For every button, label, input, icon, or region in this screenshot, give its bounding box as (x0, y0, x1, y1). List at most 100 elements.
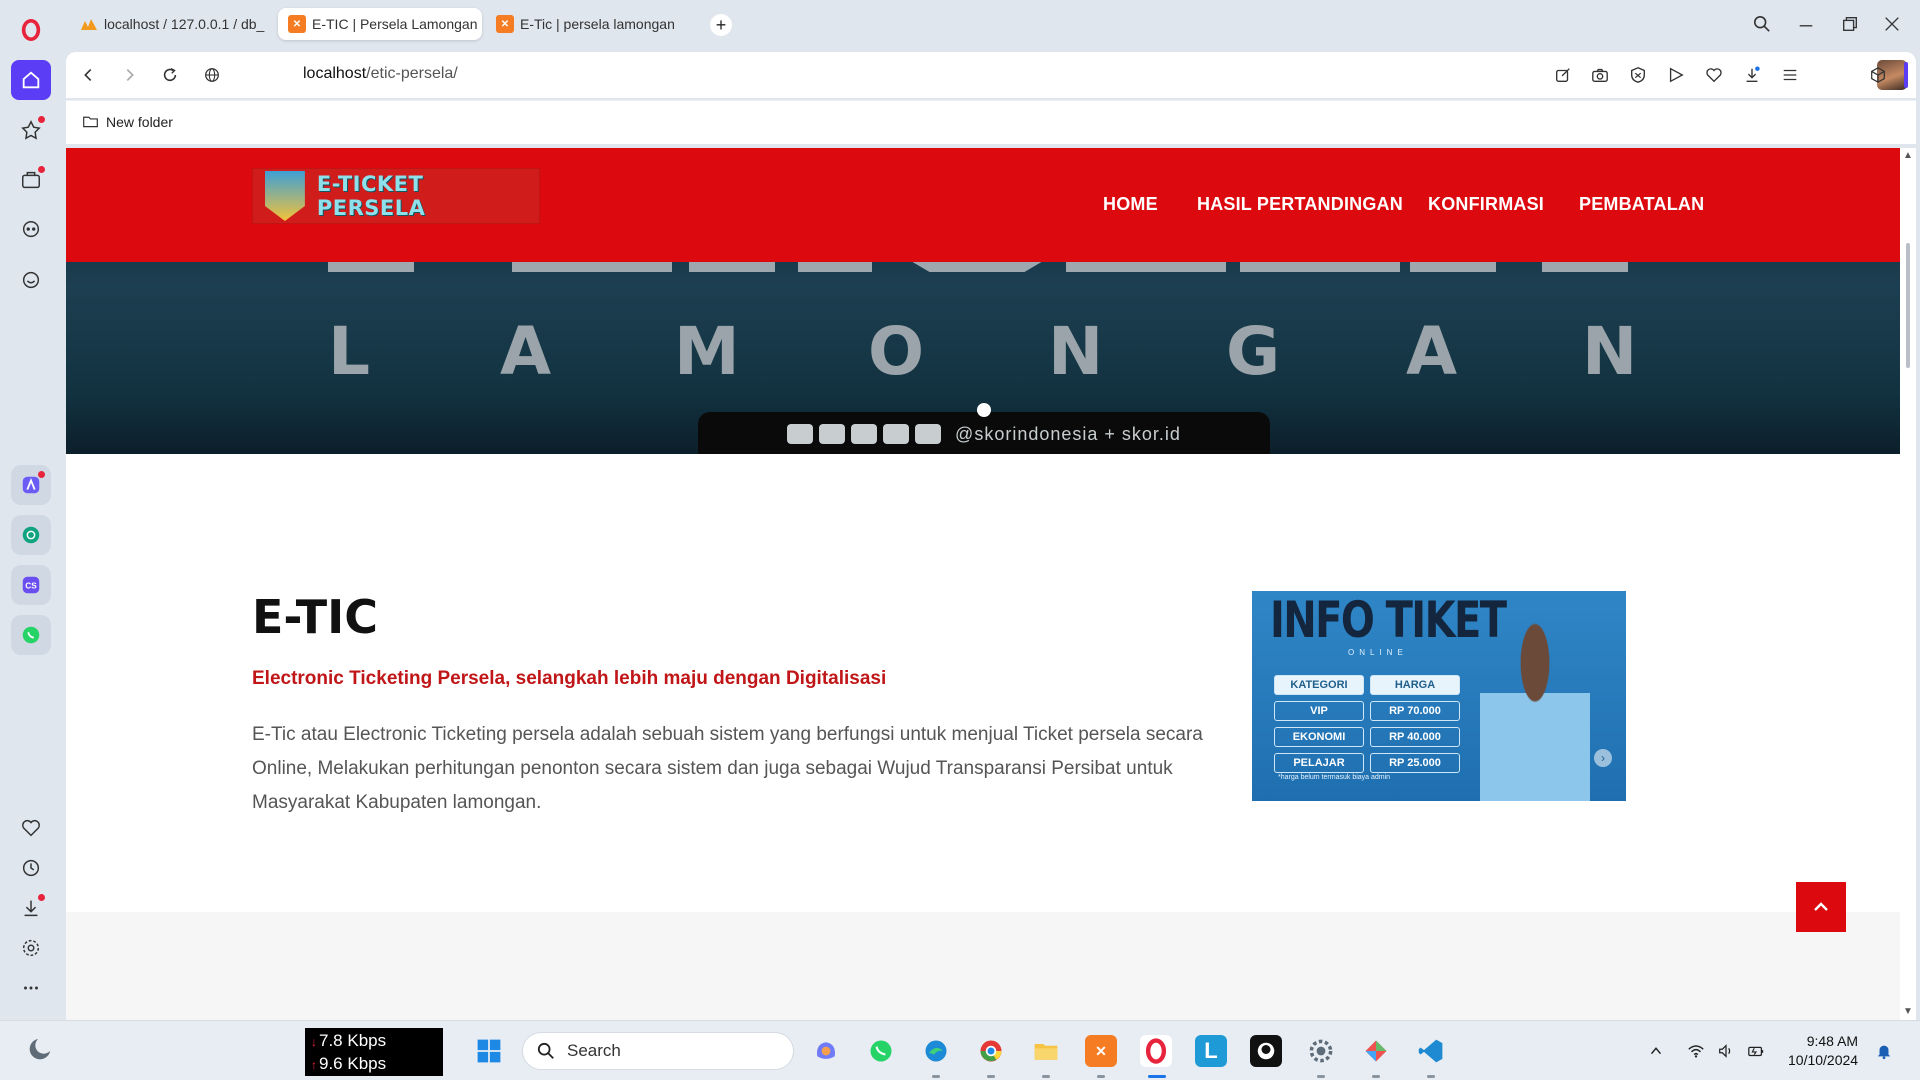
brand-name: E-TICKET PERSELA (316, 172, 426, 220)
adblock-icon[interactable] (1626, 63, 1650, 87)
skull-icon[interactable] (11, 210, 51, 250)
info-ticket-category: EKONOMI (1274, 727, 1364, 747)
nav-home[interactable]: HOME (1103, 194, 1158, 215)
back-to-top-button[interactable] (1796, 882, 1846, 932)
chevron-up-icon (1814, 902, 1828, 911)
chrome-icon[interactable] (975, 1035, 1007, 1067)
minimize-icon[interactable] (1792, 10, 1820, 38)
camera-icon[interactable] (1588, 63, 1612, 87)
info-ticket-row: PELAJAR RP 25.000 (1274, 753, 1460, 773)
opera-taskbar-icon[interactable] (1140, 1035, 1172, 1067)
info-ticket-price: RP 40.000 (1370, 727, 1460, 747)
taskbar-search[interactable]: Search (522, 1032, 794, 1070)
battery-icon[interactable] (1746, 1041, 1766, 1061)
about-title: E-TIC (252, 590, 379, 644)
hero-letter: O (868, 313, 925, 390)
cs-icon[interactable]: CS (11, 565, 51, 605)
slider-dot-active[interactable] (977, 403, 991, 417)
info-ticket-price: RP 70.000 (1370, 701, 1460, 721)
youtube-icon (883, 424, 910, 444)
scroll-down-icon[interactable]: ▼ (1903, 1006, 1913, 1017)
running-indicator (1372, 1075, 1380, 1078)
persela-logo-icon (265, 171, 305, 221)
hero-social-handle: @skorindonesia + skor.id (955, 423, 1181, 444)
hero-letter: G (1226, 313, 1281, 390)
laragon-icon[interactable]: L (1195, 1035, 1227, 1067)
info-ticket-note: *harga belum termasuk biaya admin (1278, 774, 1391, 781)
nav-konfirmasi[interactable]: KONFIRMASI (1428, 194, 1544, 215)
forward-icon[interactable] (118, 63, 142, 87)
extensions-cube-icon[interactable] (1866, 63, 1890, 87)
history-icon[interactable] (11, 848, 51, 888)
taskbar: ↓ 7.8 Kbps ↑ 9.6 Kbps Search ✕ L 9:48 AM… (0, 1020, 1920, 1080)
tab-label: localhost / 127.0.0.1 / db_ (104, 16, 265, 32)
vscode-icon[interactable] (1415, 1035, 1447, 1067)
aria-icon[interactable] (11, 260, 51, 300)
opera-logo-icon[interactable] (11, 10, 51, 50)
download-icon[interactable] (1740, 63, 1764, 87)
page-viewport: L A M O N G A N @skorindonesia + skor.id… (66, 148, 1916, 1020)
heart-icon[interactable] (1702, 63, 1726, 87)
easy-setup-icon[interactable] (1778, 63, 1802, 87)
notification-bell-icon[interactable] (1874, 1041, 1894, 1061)
carousel-next-icon[interactable]: › (1594, 749, 1612, 767)
clock-date: 10/10/2024 (1788, 1052, 1859, 1068)
settings-icon[interactable] (11, 928, 51, 968)
hero-letter: A (500, 313, 552, 390)
info-ticket-title: INFO TIKET (1270, 591, 1507, 649)
taskbar-clock[interactable]: 9:48 AM 10/10/2024 (1788, 1032, 1858, 1070)
globe-icon (200, 63, 224, 87)
close-window-icon[interactable] (1878, 10, 1906, 38)
back-icon[interactable] (76, 63, 100, 87)
info-ticket-category: VIP (1274, 701, 1364, 721)
more-icon[interactable] (11, 968, 51, 1008)
scroll-up-icon[interactable]: ▲ (1903, 150, 1913, 161)
hero-letter: N (1048, 313, 1104, 390)
sidebar-toggle-indicator[interactable] (1904, 62, 1908, 88)
url-field[interactable]: localhost/etic-persela/ (303, 65, 458, 83)
tab-etic-persela-lamongan[interactable]: ✕ E-TIC | Persela Lamongan (278, 8, 482, 40)
running-indicator (987, 1075, 995, 1078)
info-ticket-row: EKONOMI RP 40.000 (1274, 727, 1460, 747)
settings-taskbar-icon[interactable] (1305, 1035, 1337, 1067)
whatsapp-taskbar-icon[interactable] (865, 1035, 897, 1067)
reload-icon[interactable] (158, 63, 182, 87)
xampp-taskbar-icon[interactable]: ✕ (1085, 1035, 1117, 1067)
net-up: 9.6 Kbps (319, 1054, 387, 1073)
tab-etic-persela-lamongan-2[interactable]: ✕ E-Tic | persela lamongan (486, 8, 696, 40)
facebook-icon (851, 424, 878, 444)
nav-hasil-pertandingan[interactable]: HASIL PERTANDINGAN (1197, 194, 1403, 215)
volume-icon[interactable] (1716, 1041, 1736, 1061)
windows-start-icon[interactable] (473, 1035, 505, 1067)
favorites-icon[interactable] (11, 808, 51, 848)
edge-icon[interactable] (920, 1035, 952, 1067)
info-ticket-table: KATEGORI HARGA VIP RP 70.000 EKONOMI RP … (1274, 675, 1460, 779)
tray-overflow-icon[interactable] (1646, 1041, 1666, 1061)
edit-icon[interactable] (1551, 63, 1575, 87)
restore-icon[interactable] (1836, 10, 1864, 38)
app-store-icon[interactable] (11, 465, 51, 505)
weather-icon[interactable] (24, 1033, 56, 1065)
site-brand[interactable]: E-TICKET PERSELA (252, 168, 540, 224)
scroll-thumb[interactable] (1906, 243, 1910, 368)
info-ticket-category: PELAJAR (1274, 753, 1364, 773)
whatsapp-icon[interactable] (11, 615, 51, 655)
home-icon[interactable] (11, 60, 51, 100)
nav-pembatalan[interactable]: PEMBATALAN (1579, 194, 1704, 215)
tab-phpmyadmin[interactable]: localhost / 127.0.0.1 / db_ (70, 8, 282, 40)
chatgpt-icon[interactable] (11, 515, 51, 555)
new-tab-button[interactable]: + (710, 14, 732, 36)
github-desktop-icon[interactable] (1250, 1035, 1282, 1067)
copilot-icon[interactable] (810, 1035, 842, 1067)
search-tabs-icon[interactable] (1748, 10, 1776, 38)
send-icon[interactable] (1664, 63, 1688, 87)
pinboard-icon[interactable] (11, 110, 51, 150)
wifi-icon[interactable] (1686, 1041, 1706, 1061)
info-ticket-row: VIP RP 70.000 (1274, 701, 1460, 721)
wallet-icon[interactable] (11, 160, 51, 200)
downloads-icon[interactable] (11, 888, 51, 928)
color-app-icon[interactable] (1360, 1035, 1392, 1067)
page-scrollbar[interactable]: ▲ ▼ (1900, 148, 1916, 1020)
file-explorer-icon[interactable] (1030, 1035, 1062, 1067)
bookmark-folder-new-folder[interactable]: New folder (82, 113, 173, 130)
